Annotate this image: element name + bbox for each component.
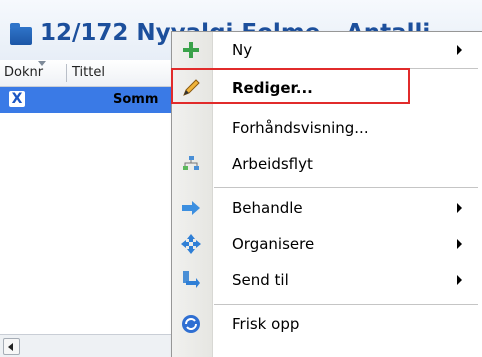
menu-item-label: Behandle	[232, 199, 303, 217]
context-menu: Ny Rediger... Forhåndsvisning... Arbeids…	[171, 31, 482, 357]
menu-item-send-til[interactable]: Send til	[172, 264, 482, 296]
plus-icon	[183, 42, 199, 58]
folder-icon	[10, 23, 32, 45]
submenu-arrow-icon	[457, 275, 462, 285]
submenu-arrow-icon	[457, 203, 462, 213]
menu-item-label: Forhåndsvisning...	[232, 119, 369, 137]
pencil-icon	[183, 79, 200, 96]
send-to-icon	[183, 271, 200, 288]
menu-item-label: Send til	[232, 271, 289, 289]
menu-separator	[214, 68, 478, 69]
row-title-cell: Somm	[113, 92, 159, 107]
menu-item-ny[interactable]: Ny	[172, 34, 482, 66]
menu-item-organisere[interactable]: Organisere	[172, 228, 482, 260]
arrow-right-icon	[182, 201, 200, 215]
column-header-tittel[interactable]: Tittel	[72, 65, 105, 80]
workflow-icon	[183, 156, 199, 170]
menu-item-label: Organisere	[232, 235, 315, 253]
menu-item-forhandsvisning[interactable]: Forhåndsvisning...	[172, 112, 482, 144]
column-separator[interactable]	[66, 64, 67, 82]
move-icon	[181, 234, 201, 254]
menu-item-label: Arbeidsflyt	[232, 155, 313, 173]
refresh-icon	[182, 315, 200, 333]
document-type-icon: X	[9, 91, 25, 107]
submenu-arrow-icon	[457, 45, 462, 55]
menu-item-behandle[interactable]: Behandle	[172, 192, 482, 224]
column-header-doknr[interactable]: Doknr	[4, 65, 43, 80]
menu-item-rediger[interactable]: Rediger...	[172, 72, 482, 104]
menu-item-label: Frisk opp	[232, 315, 300, 333]
menu-separator	[214, 187, 478, 188]
menu-item-arbeidsflyt[interactable]: Arbeidsflyt	[172, 148, 482, 180]
sort-indicator-icon	[38, 61, 46, 66]
scroll-left-button[interactable]	[3, 338, 20, 355]
menu-item-frisk-opp[interactable]: Frisk opp	[172, 308, 482, 340]
submenu-arrow-icon	[457, 239, 462, 249]
menu-item-label: Ny	[232, 41, 253, 59]
menu-separator	[214, 304, 478, 305]
menu-item-label: Rediger...	[232, 79, 313, 97]
